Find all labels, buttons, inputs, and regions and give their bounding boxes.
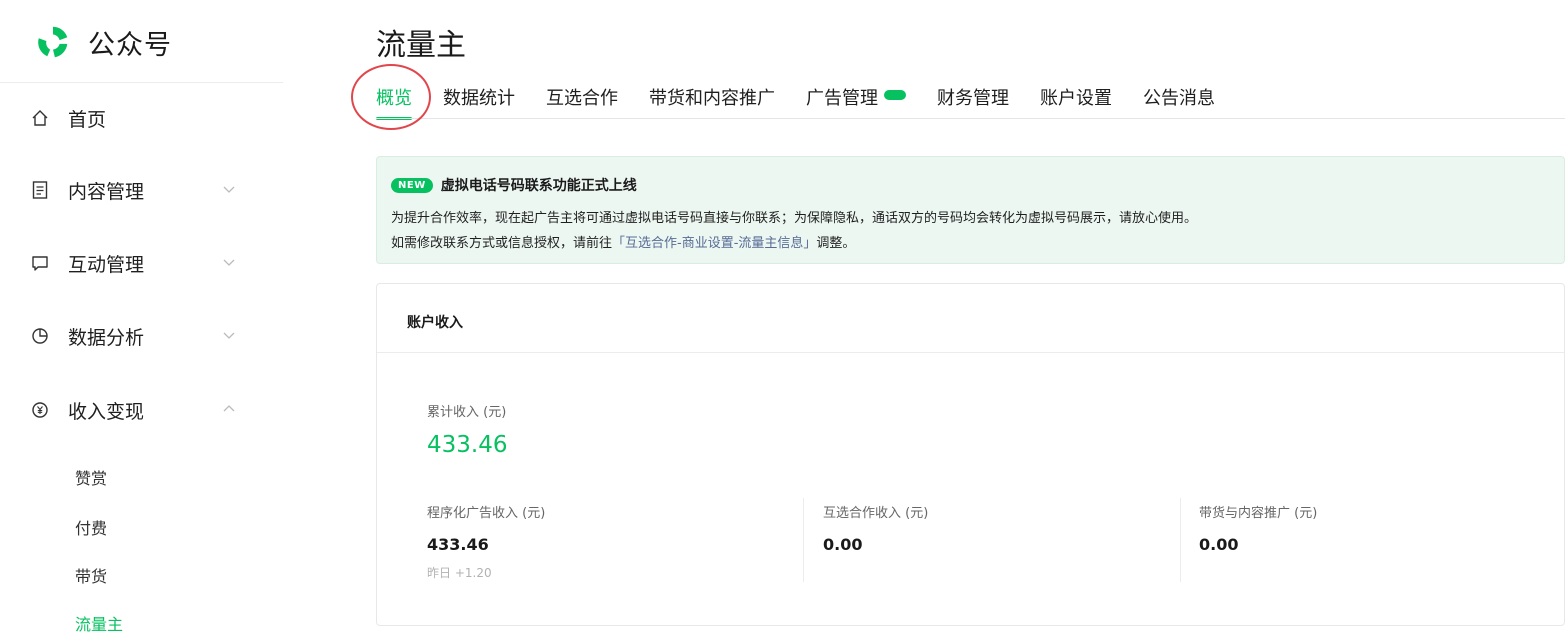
metric-mutual: 互选合作收入 (元) 0.00 <box>823 502 928 554</box>
metric-label: 互选合作收入 (元) <box>823 506 929 521</box>
sidebar-subitem-paid[interactable]: 付费 <box>75 515 107 539</box>
tab-bar: 概览 数据统计 互选合作 带货和内容推广 广告管理 财务管理 账户设置 公告消息 <box>376 84 1246 120</box>
page-title: 流量主 <box>376 28 466 63</box>
sidebar-subitem-traffic-owner[interactable]: 流量主 <box>75 611 123 635</box>
notice-text: 为提升合作效率，现在起广告主将可通过虚拟电话号码直接与你联系；为保障隐私，通话双… <box>391 211 1198 226</box>
tab-label: 公告消息 <box>1143 88 1215 109</box>
brand[interactable]: 公众号 <box>34 20 172 64</box>
metric-value: 0.00 <box>823 535 863 554</box>
metric-divider <box>1180 498 1181 582</box>
tab-label: 广告管理 <box>806 88 878 109</box>
annotation-circle <box>351 64 431 130</box>
sidebar-divider <box>0 82 283 83</box>
sidebar-item-label: 数据分析 <box>68 326 145 349</box>
wechat-official-logo-icon <box>38 26 68 58</box>
tab-label: 带货和内容推广 <box>649 88 775 109</box>
tab-label: 账户设置 <box>1040 88 1112 109</box>
pie-chart-icon <box>30 326 50 346</box>
metric-value: 433.46 <box>427 535 489 554</box>
tab-account-settings[interactable]: 账户设置 <box>1040 84 1112 120</box>
metric-label: 带货与内容推广 (元) <box>1199 506 1318 521</box>
metric-label: 程序化广告收入 (元) <box>427 506 546 521</box>
metric-value: 0.00 <box>1199 535 1239 554</box>
tab-label: 互选合作 <box>546 88 618 109</box>
chevron-down-icon <box>223 332 235 339</box>
tab-mutual-selection[interactable]: 互选合作 <box>546 84 618 120</box>
tab-label: 数据统计 <box>443 88 515 109</box>
sidebar-item-label: 首页 <box>68 108 107 131</box>
sidebar-item-label: 互动管理 <box>68 253 145 276</box>
tab-announcements[interactable]: 公告消息 <box>1143 84 1215 120</box>
metric-divider <box>803 498 804 582</box>
notice-banner: NEW 虚拟电话号码联系功能正式上线 为提升合作效率，现在起广告主将可通过虚拟电… <box>376 156 1565 264</box>
sidebar: 公众号 首页 内容管理 互动管理 数据分析 收入变现 赞赏 付费 带货 流量主 <box>0 0 283 638</box>
sidebar-subitem-reward[interactable]: 赞赏 <box>75 465 107 489</box>
new-dot-badge <box>884 90 906 100</box>
card-divider <box>377 352 1565 353</box>
notice-suffix: 调整。 <box>816 236 856 251</box>
sidebar-item-label: 内容管理 <box>68 180 145 203</box>
document-icon <box>30 180 50 200</box>
sidebar-item-label: 收入变现 <box>68 400 145 423</box>
metric-commerce: 带货与内容推广 (元) 0.00 <box>1199 502 1317 554</box>
tab-finance[interactable]: 财务管理 <box>937 84 1009 120</box>
sidebar-subitem-commerce[interactable]: 带货 <box>75 563 107 587</box>
sidebar-item-content[interactable]: 内容管理 <box>30 170 260 210</box>
chat-icon <box>30 253 50 273</box>
main-content: 流量主 概览 数据统计 互选合作 带货和内容推广 广告管理 财务管理 账户设置 … <box>283 0 1565 638</box>
sidebar-item-analytics[interactable]: 数据分析 <box>30 316 260 356</box>
total-income-value: 433.46 <box>427 432 508 458</box>
new-badge: NEW <box>391 177 433 193</box>
income-card: 账户收入 累计收入 (元) 433.46 程序化广告收入 (元) 433.46 … <box>376 283 1565 626</box>
tab-commerce-promotion[interactable]: 带货和内容推广 <box>649 84 775 120</box>
sidebar-item-monetization[interactable]: 收入变现 <box>30 390 260 430</box>
tab-statistics[interactable]: 数据统计 <box>443 84 515 120</box>
tab-label: 财务管理 <box>937 88 1009 109</box>
notice-prefix: 如需修改联系方式或信息授权，请前往 <box>391 236 613 251</box>
sidebar-item-home[interactable]: 首页 <box>30 98 260 138</box>
brand-name: 公众号 <box>88 29 172 61</box>
chevron-down-icon <box>223 259 235 266</box>
metric-yesterday: 昨日 +1.20 <box>427 566 492 580</box>
card-title: 账户收入 <box>407 315 463 331</box>
chevron-up-icon <box>223 405 235 412</box>
sidebar-item-interaction[interactable]: 互动管理 <box>30 243 260 283</box>
yen-coin-icon <box>30 400 50 420</box>
home-icon <box>30 108 50 128</box>
tabs-divider <box>376 118 1565 119</box>
notice-text-2: 如需修改联系方式或信息授权，请前往「互选合作-商业设置-流量主信息」调整。 <box>391 232 855 251</box>
chevron-down-icon <box>223 186 235 193</box>
total-income-label: 累计收入 (元) <box>427 405 507 420</box>
metric-programmatic: 程序化广告收入 (元) 433.46 昨日 +1.20 <box>427 502 545 581</box>
notice-title: 虚拟电话号码联系功能正式上线 <box>440 178 637 194</box>
tab-ad-management[interactable]: 广告管理 <box>806 84 906 120</box>
business-settings-link[interactable]: 「互选合作-商业设置-流量主信息」 <box>612 236 816 251</box>
